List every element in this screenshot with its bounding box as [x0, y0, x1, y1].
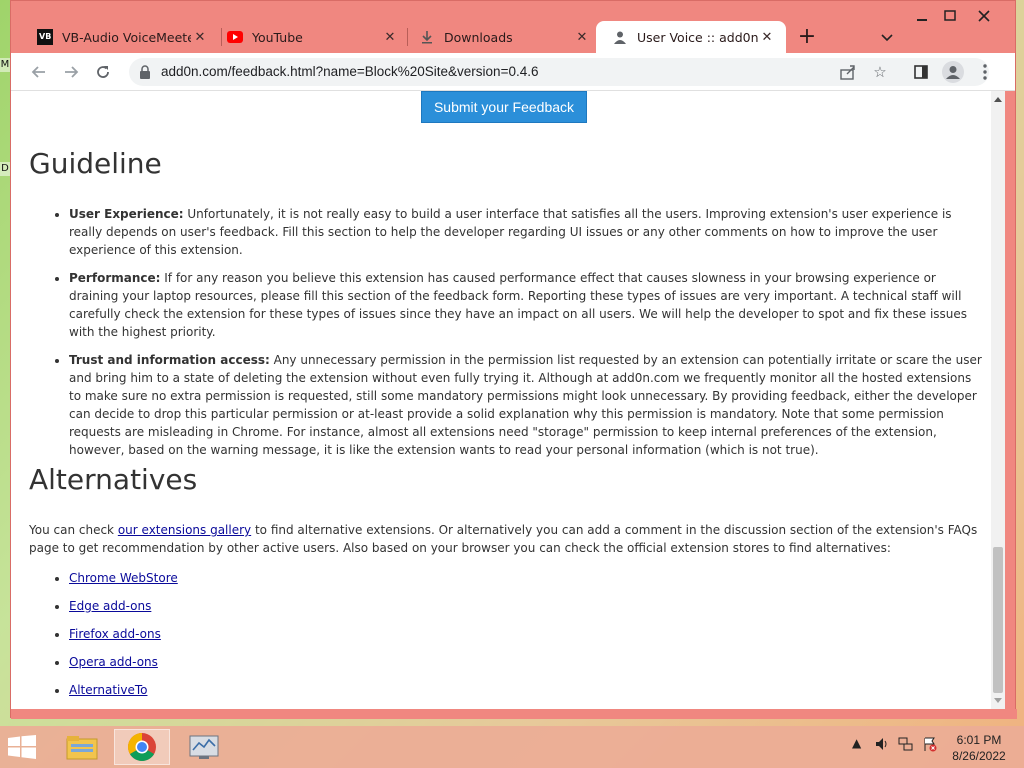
page-viewport: Submit your Feedback Guideline User Expe…	[11, 91, 1005, 709]
scroll-thumb[interactable]	[993, 547, 1003, 693]
profile-button[interactable]	[941, 60, 965, 84]
list-item: Opera add-ons	[69, 653, 983, 671]
volume-icon[interactable]	[874, 736, 890, 755]
alternatives-intro-text: You can check	[29, 523, 118, 537]
reload-button[interactable]	[91, 60, 115, 84]
taskbar-chrome[interactable]	[114, 729, 170, 765]
guideline-item-title: Trust and information access:	[69, 353, 270, 367]
user-icon	[612, 29, 628, 45]
download-icon	[419, 29, 435, 45]
alternatives-intro: You can check our extensions gallery to …	[29, 521, 983, 557]
scroll-down-icon[interactable]	[994, 698, 1002, 703]
taskbar-file-explorer[interactable]	[54, 729, 110, 765]
network-icon[interactable]	[898, 736, 914, 755]
list-item: Firefox add-ons	[69, 625, 983, 643]
guideline-item-text: Any unnecessary permission in the permis…	[69, 353, 982, 457]
show-hidden-icons-button[interactable]: ▲	[852, 736, 861, 750]
tab-vb-audio[interactable]: VB VB-Audio VoiceMeeter ✕	[21, 21, 219, 53]
tab-close-icon[interactable]: ✕	[573, 28, 591, 46]
guideline-item-performance: Performance: If for any reason you belie…	[69, 269, 983, 341]
back-arrow-icon	[31, 66, 45, 78]
system-clock[interactable]: 6:01 PM 8/26/2022	[946, 732, 1012, 764]
guideline-item-trust: Trust and information access: Any unnece…	[69, 351, 983, 459]
side-panel-button[interactable]	[909, 60, 933, 84]
svg-text:VB: VB	[39, 32, 51, 41]
firefox-addons-link[interactable]: Firefox add-ons	[69, 627, 161, 641]
kebab-menu-icon	[983, 64, 987, 80]
avatar-icon	[942, 61, 964, 83]
page-scrollbar[interactable]	[991, 91, 1005, 709]
address-bar[interactable]: add0n.com/feedback.html?name=Block%20Sit…	[129, 58, 989, 86]
new-tab-button[interactable]: +	[795, 26, 819, 50]
clock-date: 8/26/2022	[952, 749, 1006, 763]
tab-close-icon[interactable]: ✕	[381, 28, 399, 46]
side-panel-icon	[914, 65, 928, 79]
reload-icon	[97, 66, 109, 78]
folder-icon	[66, 736, 98, 760]
tab-title: YouTube	[252, 29, 303, 45]
guideline-item-title: User Experience:	[69, 207, 184, 221]
tab-close-icon[interactable]: ✕	[758, 28, 776, 46]
scroll-up-icon[interactable]	[994, 97, 1002, 102]
clock-time: 6:01 PM	[956, 733, 1002, 747]
opera-addons-link[interactable]: Opera add-ons	[69, 655, 158, 669]
guideline-item-user-experience: User Experience: Unfortunately, it is no…	[69, 205, 983, 259]
window-border	[11, 709, 1017, 719]
windows-logo-icon	[8, 735, 36, 759]
forward-arrow-icon	[65, 66, 79, 78]
alternatives-links-container: Chrome WebStore Edge add-ons Firefox add…	[29, 569, 983, 709]
guideline-list-container: User Experience: Unfortunately, it is no…	[29, 205, 983, 469]
guideline-item-title: Performance:	[69, 271, 161, 285]
guideline-item-text: If for any reason you believe this exten…	[69, 271, 968, 339]
guideline-heading: Guideline	[29, 147, 162, 180]
back-button[interactable]	[27, 60, 51, 84]
chevron-down-icon	[881, 34, 893, 42]
bookmark-star-icon[interactable]: ☆	[869, 61, 891, 83]
browser-window: VB VB-Audio VoiceMeeter ✕ YouTube ✕ Down…	[10, 0, 1017, 719]
alternatives-link-list: Chrome WebStore Edge add-ons Firefox add…	[29, 569, 983, 699]
tab-close-icon[interactable]: ✕	[191, 28, 209, 46]
notification-flag-icon[interactable]	[922, 736, 938, 755]
url-text[interactable]: add0n.com/feedback.html?name=Block%20Sit…	[161, 64, 538, 79]
taskbar-voicemeeter[interactable]	[176, 729, 232, 765]
alternatives-heading: Alternatives	[29, 463, 198, 496]
desktop-icon-label-m[interactable]: M	[0, 58, 10, 72]
browser-toolbar: add0n.com/feedback.html?name=Block%20Sit…	[11, 53, 1015, 91]
start-button[interactable]	[8, 735, 36, 759]
alternativeto-link[interactable]: AlternativeTo	[69, 683, 147, 697]
extensions-gallery-link[interactable]: our extensions gallery	[118, 523, 251, 537]
menu-button[interactable]	[973, 60, 997, 84]
youtube-icon	[227, 29, 243, 45]
list-item: Chrome WebStore	[69, 569, 983, 587]
tab-strip: VB VB-Audio VoiceMeeter ✕ YouTube ✕ Down…	[11, 1, 1015, 53]
guideline-list: User Experience: Unfortunately, it is no…	[29, 205, 983, 459]
guideline-item-text: Unfortunately, it is not really easy to …	[69, 207, 952, 257]
submit-feedback-button[interactable]: Submit your Feedback	[421, 91, 587, 123]
tab-user-voice[interactable]: User Voice :: add0n.com ✕	[596, 21, 786, 53]
tab-title: Downloads	[444, 29, 513, 45]
forward-button[interactable]	[59, 60, 83, 84]
list-item: AlternativeTo	[69, 681, 983, 699]
taskbar: ▲ 6:01 PM 8/26/2022	[0, 726, 1024, 768]
chrome-webstore-link[interactable]: Chrome WebStore	[69, 571, 178, 585]
share-icon[interactable]	[837, 61, 859, 83]
chrome-icon	[128, 733, 156, 761]
tab-title: User Voice :: add0n.com	[637, 29, 758, 45]
tab-title: VB-Audio VoiceMeeter	[62, 29, 191, 45]
edge-addons-link[interactable]: Edge add-ons	[69, 599, 151, 613]
vb-audio-icon: VB	[37, 29, 53, 45]
list-item: Edge add-ons	[69, 597, 983, 615]
desktop-icon-label-d[interactable]: D	[0, 162, 10, 176]
lock-icon[interactable]	[139, 64, 153, 80]
monitor-app-icon	[189, 735, 219, 759]
tab-downloads[interactable]: Downloads ✕	[403, 21, 601, 53]
tab-youtube[interactable]: YouTube ✕	[211, 21, 409, 53]
tab-search-button[interactable]	[875, 26, 899, 50]
